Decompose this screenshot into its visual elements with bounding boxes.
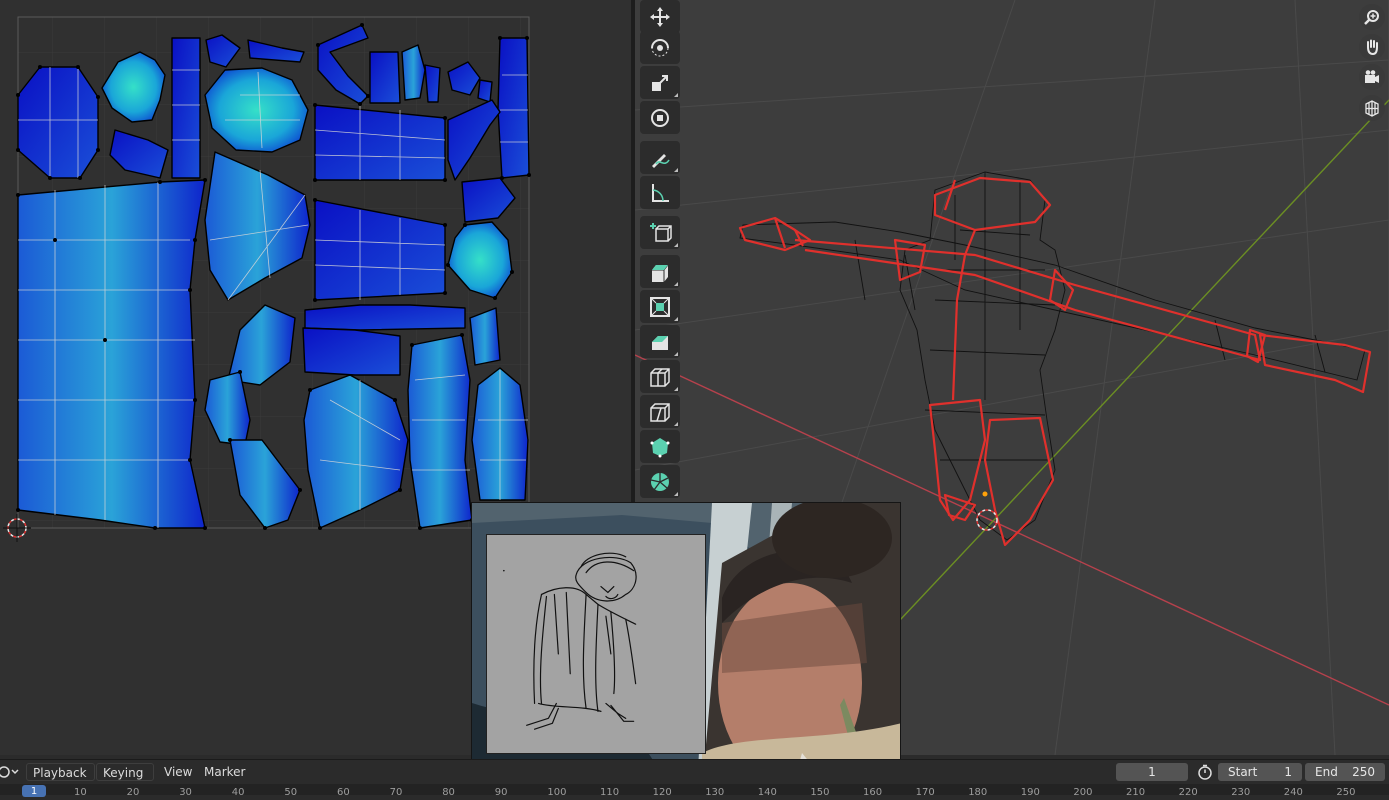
- measure-tool-icon: [652, 183, 669, 202]
- knife-tool-icon: [650, 402, 670, 422]
- keying-menu-label: Keying: [103, 766, 144, 780]
- sketch-drawing: [503, 552, 637, 730]
- scale-tool-button[interactable]: [640, 66, 680, 99]
- character-wireframe: [739, 171, 1366, 541]
- stopwatch-icon: [1198, 764, 1212, 780]
- bevel-tool-button[interactable]: [640, 325, 680, 358]
- poly-build-tool-button[interactable]: [640, 430, 680, 463]
- editor-type-button[interactable]: [0, 763, 20, 781]
- move-tool-button[interactable]: [640, 0, 680, 33]
- ruler-tick-label: 210: [1126, 787, 1146, 795]
- ruler-tick-label: 50: [284, 787, 298, 795]
- ortho-toggle-button[interactable]: [1359, 95, 1385, 121]
- ruler-tick-label: 30: [179, 787, 192, 795]
- ruler-tick-label: 20: [126, 787, 140, 795]
- rotate-tool-icon: [651, 38, 669, 56]
- reference-image-popup: [471, 502, 901, 789]
- ruler-tick-label: 80: [442, 787, 455, 795]
- ruler-tick-label: 170: [915, 787, 935, 795]
- ruler-tick-label: 110: [600, 787, 620, 795]
- zoom-icon: [1364, 10, 1379, 25]
- annotate-tool-icon: [652, 153, 670, 168]
- ruler-tick-label: 120: [652, 787, 672, 795]
- ruler-tick-label: 140: [757, 787, 777, 795]
- playback-menu-label: Playback: [33, 766, 87, 780]
- ruler-tick-label: 60: [337, 787, 350, 795]
- transform-tool-button[interactable]: [640, 101, 680, 134]
- camera-view-icon: [1365, 70, 1379, 83]
- ruler-tick-label: 220: [1178, 787, 1198, 795]
- marker-menu[interactable]: Marker: [204, 763, 245, 781]
- ruler-tick-label: 180: [968, 787, 988, 795]
- ruler-tick-label: 90: [494, 787, 508, 795]
- loop-cut-tool-icon: [650, 367, 670, 387]
- ruler-tick-label: 10: [74, 787, 87, 795]
- playback-menu[interactable]: Playback: [26, 763, 95, 794]
- bevel-tool-icon: [652, 335, 668, 350]
- view-menu[interactable]: View: [164, 763, 192, 781]
- playhead-frame: 1: [30, 786, 38, 797]
- ruler-tick-label: 200: [1073, 787, 1093, 795]
- y-axis-line: [899, 99, 1389, 621]
- ruler-tick-label: 190: [1020, 787, 1040, 795]
- spin-tool-icon: [650, 472, 669, 491]
- clock-icon: [0, 766, 19, 778]
- add-cube-tool-icon: [650, 222, 672, 242]
- start-frame-value: 1: [1284, 765, 1292, 779]
- camera-view-button[interactable]: [1359, 64, 1385, 90]
- ruler-tick-label: 160: [863, 787, 883, 795]
- loop-cut-tool-button[interactable]: [640, 360, 680, 393]
- character-sketch-image: [486, 534, 706, 754]
- annotate-tool-button[interactable]: [640, 141, 680, 174]
- pan-hand-icon: [1367, 39, 1378, 56]
- scale-tool-icon: [652, 74, 668, 91]
- add-cube-tool-button[interactable]: [640, 216, 680, 249]
- current-frame-value: 1: [1148, 765, 1156, 779]
- frame-ruler[interactable]: 10 20 30 40 50 60 70 80 90 100 110 120 130 140 150 160 1…: [0, 784, 1389, 795]
- keying-menu[interactable]: Keying: [96, 763, 154, 794]
- extrude-tool-icon: [652, 264, 669, 282]
- ruler-tick-label: 40: [231, 787, 245, 795]
- ruler-tick-label: 240: [1283, 787, 1303, 795]
- playhead-marker[interactable]: 1: [22, 785, 46, 797]
- timeline-header: Playback Keying View Marker 1 Start 1 En…: [0, 759, 1389, 794]
- preview-range-toggle[interactable]: [1196, 763, 1216, 781]
- measure-tool-button[interactable]: [640, 176, 680, 209]
- zoom-button[interactable]: [1359, 4, 1385, 30]
- extrude-tool-button[interactable]: [640, 255, 680, 288]
- transform-tool-icon: [651, 108, 669, 127]
- ruler-tick-label: 130: [705, 787, 725, 795]
- current-frame-field[interactable]: 1: [1116, 763, 1188, 781]
- inset-faces-tool-button[interactable]: [640, 290, 680, 323]
- object-origin-icon: [982, 491, 988, 497]
- spin-tool-button[interactable]: [640, 465, 680, 498]
- uv-seams: [738, 176, 1372, 547]
- move-tool-icon: [650, 6, 670, 27]
- ruler-tick-label: 150: [810, 787, 830, 795]
- poly-build-tool-icon: [650, 437, 670, 457]
- start-frame-label: Start: [1228, 765, 1258, 779]
- end-frame-field[interactable]: End 250: [1305, 763, 1385, 781]
- inset-faces-tool-icon: [650, 296, 670, 317]
- end-frame-label: End: [1315, 765, 1338, 779]
- ruler-tick-label: 230: [1231, 787, 1251, 795]
- knife-tool-button[interactable]: [640, 395, 680, 428]
- ruler-tick-label: 250: [1336, 787, 1356, 795]
- pan-button[interactable]: [1359, 34, 1385, 60]
- rotate-tool-button[interactable]: [640, 31, 680, 64]
- start-frame-field[interactable]: Start 1: [1218, 763, 1302, 781]
- end-frame-value: 250: [1352, 765, 1375, 779]
- ruler-tick-label: 70: [389, 787, 403, 795]
- ruler-tick-label: 100: [547, 787, 567, 795]
- ortho-grid-icon: [1365, 100, 1379, 117]
